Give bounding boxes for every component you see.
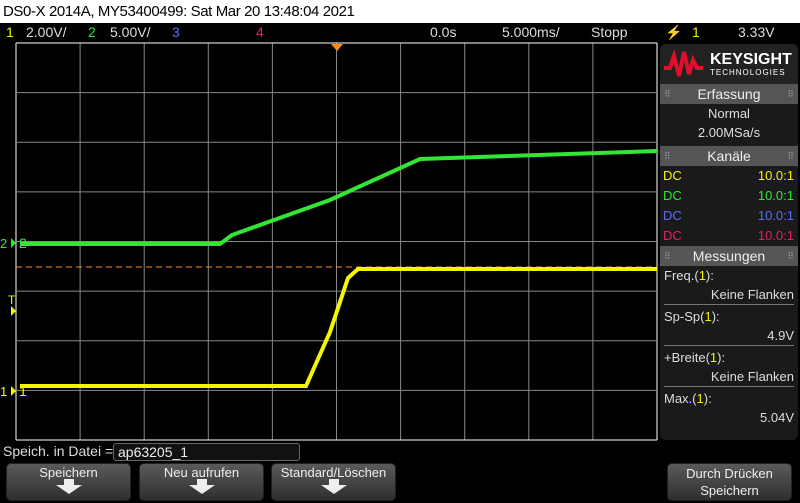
measurements-header[interactable]: Messungen xyxy=(660,246,798,266)
ch2-label: 2 xyxy=(19,235,27,251)
rising-edge-icon: ⚡ xyxy=(665,24,683,40)
sample-rate: 2.00MSa/s xyxy=(697,125,761,140)
side-panel: KEYSIGHT TECHNOLOGIES Erfassung Normal 2… xyxy=(660,44,798,440)
ch3-number[interactable]: 3 xyxy=(172,23,180,42)
channels-header[interactable]: Kanäle xyxy=(660,146,798,166)
window-title: DS0-X 2014A, MY53400499: Sat Mar 20 13:4… xyxy=(0,0,800,23)
ch1-trace xyxy=(20,267,657,388)
trigger-arrow-icon xyxy=(11,306,16,316)
timebase[interactable]: 5.000ms/ xyxy=(502,23,560,42)
ch2-ground-marker: 2 xyxy=(0,236,7,251)
arrow-down-icon xyxy=(55,479,82,494)
ch1-label: 1 xyxy=(19,383,27,399)
status-bar: 1 2.00V/ 2 5.00V/ 3 4 0.0s 5.000ms/ Stop… xyxy=(0,23,800,42)
ch2-trace xyxy=(20,149,658,246)
ch1-arrow-icon xyxy=(11,386,16,396)
arrow-down-icon xyxy=(188,479,215,494)
trigger-source[interactable]: 1 xyxy=(692,23,700,42)
ch4-number[interactable]: 4 xyxy=(256,23,264,42)
channel-row-3: DC 10.0:1 xyxy=(663,208,794,223)
ch1-ground-marker: 1 xyxy=(0,384,7,399)
keysight-logo: KEYSIGHT TECHNOLOGIES xyxy=(660,44,798,84)
measurement-pk-pk: Sp-Sp(1): 4.9V xyxy=(660,307,798,346)
measurement-freq: Freq.(1): Keine Flanken xyxy=(660,266,798,305)
ch2-scale[interactable]: 5.00V/ xyxy=(110,23,150,42)
trigger-marker: T xyxy=(8,293,16,307)
waveform-display[interactable]: 2 2 T 1 1 xyxy=(0,42,660,442)
ch1-number[interactable]: 1 xyxy=(6,23,14,42)
measurement-pos-width: +Breite(1): Keine Flanken xyxy=(660,348,798,387)
ch1-scale[interactable]: 2.00V/ xyxy=(26,23,66,42)
run-state[interactable]: Stopp xyxy=(591,23,628,42)
trigger-level[interactable]: 3.33V xyxy=(738,23,775,42)
acquisition-mode: Normal xyxy=(708,106,750,121)
press-to-save-softkey[interactable]: Durch Drücken Speichern xyxy=(667,463,792,501)
ch2-number[interactable]: 2 xyxy=(88,23,96,42)
horizontal-delay[interactable]: 0.0s xyxy=(430,23,456,42)
file-label: Speich. in Datei = xyxy=(3,443,114,459)
keysight-wave-icon xyxy=(664,48,703,77)
channel-row-1: DC 10.0:1 xyxy=(663,168,794,183)
channel-row-2: DC 10.0:1 xyxy=(663,188,794,203)
arrow-down-icon xyxy=(320,479,347,494)
ch2-arrow-icon xyxy=(11,238,16,248)
file-name-input[interactable]: ap63205_1 xyxy=(113,443,300,461)
recall-softkey[interactable]: Neu aufrufen xyxy=(139,463,264,501)
graticule xyxy=(15,42,658,441)
save-softkey[interactable]: Speichern xyxy=(6,463,131,501)
measurement-max: Max.(1): 5.04V xyxy=(664,391,794,425)
trigger-position-marker xyxy=(331,44,343,51)
acquisition-header[interactable]: Erfassung xyxy=(660,84,798,104)
channel-row-4: DC 10.0:1 xyxy=(663,228,794,243)
default-erase-softkey[interactable]: Standard/Löschen xyxy=(271,463,396,501)
